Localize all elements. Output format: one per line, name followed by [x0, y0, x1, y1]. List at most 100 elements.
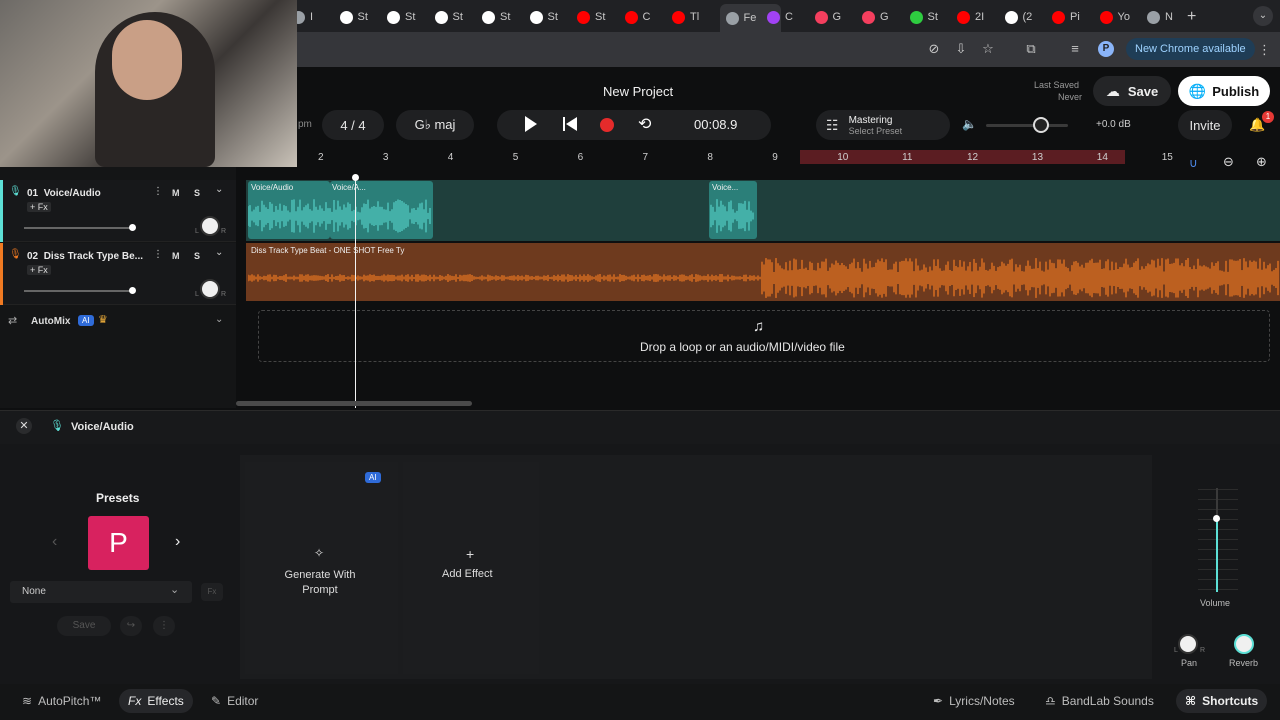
zoom-out-icon[interactable]: ⊖ — [1223, 154, 1234, 170]
track-header[interactable]: 🎙 02 Diss Track Type Be... ⋮ M S ⌄ + Fx … — [0, 243, 236, 305]
publish-button[interactable]: 🌐 Publish — [1178, 76, 1270, 106]
browser-tab[interactable]: St — [387, 6, 415, 28]
rewind-icon[interactable] — [563, 117, 577, 131]
preset-save-button[interactable]: Save — [57, 616, 111, 636]
editor-tab[interactable]: ✎ Editor — [202, 689, 267, 713]
time-display: 00:08.9 — [694, 117, 738, 132]
close-icon[interactable]: ✕ — [16, 418, 32, 434]
reverb-knob[interactable] — [1234, 634, 1254, 654]
play-button[interactable] — [525, 116, 537, 132]
chevron-down-icon[interactable]: ⌄ — [215, 184, 223, 195]
track-volume-thumb[interactable] — [129, 224, 136, 231]
preset-prev-icon[interactable]: ‹ — [52, 533, 57, 551]
browser-tab[interactable]: 2I — [957, 6, 984, 28]
volume-fader-thumb[interactable] — [1213, 515, 1220, 522]
volume-icon[interactable]: 🔈 — [962, 117, 977, 131]
media-control-icon[interactable]: ≡ — [1066, 40, 1084, 58]
browser-tab[interactable]: C — [767, 6, 793, 28]
track-pan-knob[interactable] — [200, 216, 220, 236]
tab-search-button[interactable]: ⌄ — [1253, 6, 1273, 26]
track-pan-knob[interactable] — [200, 279, 220, 299]
fx-small-button[interactable]: Fx — [201, 583, 223, 601]
bandlab-sounds-button[interactable]: ♎ BandLab Sounds — [1036, 689, 1163, 713]
pan-knob[interactable] — [1178, 634, 1198, 654]
tab-label: St — [357, 11, 368, 23]
track-menu-icon[interactable]: ⋮ — [153, 249, 163, 260]
loop-icon[interactable]: ⟲ — [638, 114, 651, 134]
playhead[interactable] — [355, 176, 356, 408]
profile-avatar[interactable]: P — [1098, 41, 1114, 57]
track-header[interactable]: 🎙 01 Voice/Audio ⋮ M S ⌄ + Fx L R — [0, 180, 236, 242]
track-volume-slider[interactable] — [24, 290, 134, 292]
install-app-icon[interactable]: ⇩ — [952, 40, 970, 58]
autopitch-tab[interactable]: ≋ AutoPitch™ — [13, 689, 110, 713]
save-button[interactable]: ☁ Save — [1093, 76, 1171, 106]
browser-tab[interactable]: St — [339, 6, 368, 28]
chevron-down-icon[interactable]: ⌄ — [215, 247, 223, 258]
preset-next-icon[interactable]: › — [175, 533, 180, 551]
project-title[interactable]: New Project — [603, 84, 673, 99]
browser-tab[interactable]: St — [577, 6, 605, 28]
bookmark-star-icon[interactable]: ☆ — [979, 40, 997, 58]
mute-button[interactable]: M — [172, 251, 180, 261]
more-icon[interactable]: ⋮ — [153, 616, 175, 636]
track-name[interactable]: 01 Voice/Audio — [27, 188, 101, 199]
browser-tab[interactable]: N — [1147, 6, 1173, 28]
browser-tab[interactable]: St — [909, 6, 938, 28]
new-tab-button[interactable]: + — [1187, 8, 1196, 26]
preset-select[interactable]: None ⌄ — [10, 581, 192, 603]
invite-button[interactable]: Invite — [1178, 110, 1232, 140]
master-volume-track[interactable] — [986, 124, 1068, 127]
key-selector[interactable]: G♭ maj — [396, 110, 474, 140]
mastering-selector[interactable]: ☷ Mastering Select Preset — [816, 110, 950, 140]
plus-icon: + — [466, 546, 475, 562]
record-button[interactable] — [600, 118, 614, 132]
solo-button[interactable]: S — [194, 188, 200, 198]
chevron-down-icon: ⌄ — [170, 584, 180, 596]
tab-favicon-icon — [862, 10, 875, 24]
pan-r-label: R — [221, 228, 227, 235]
browser-tab[interactable]: St — [529, 6, 558, 28]
preset-tile[interactable]: P — [88, 516, 149, 570]
add-fx-button[interactable]: + Fx — [27, 265, 51, 275]
add-fx-button[interactable]: + Fx — [27, 202, 51, 212]
pan-label: Pan — [1181, 658, 1198, 668]
track-volume-slider[interactable] — [24, 227, 134, 229]
track-name[interactable]: 02 Diss Track Type Be... — [27, 251, 143, 262]
browser-tab[interactable]: St — [482, 6, 510, 28]
browser-tab[interactable]: Pi — [1052, 6, 1080, 28]
shortcuts-button[interactable]: ⌘ Shortcuts — [1176, 689, 1268, 713]
time-signature[interactable]: 4 / 4 — [322, 110, 384, 140]
browser-tab[interactable]: Yo — [1099, 6, 1130, 28]
browser-tab[interactable]: St — [434, 6, 463, 28]
chevron-down-icon[interactable]: ⌄ — [215, 314, 223, 325]
mute-button[interactable]: M — [172, 188, 180, 198]
tab-label: St — [547, 11, 558, 23]
browser-tab[interactable]: G — [814, 6, 841, 28]
extensions-icon[interactable]: ⧉ — [1022, 40, 1040, 58]
solo-button[interactable]: S — [194, 251, 200, 261]
more-menu-icon[interactable]: ⋮ — [1258, 42, 1271, 58]
reverb-label: Reverb — [1229, 658, 1259, 668]
effects-tab[interactable]: Fx Effects — [119, 689, 193, 713]
zoom-in-icon[interactable]: ⊕ — [1256, 154, 1267, 170]
tempo-suffix[interactable]: pm — [298, 119, 312, 130]
new-chrome-available-button[interactable]: New Chrome available — [1126, 38, 1255, 60]
eye-off-icon[interactable]: ⊘ — [925, 40, 943, 58]
track-menu-icon[interactable]: ⋮ — [153, 186, 163, 197]
track-volume-thumb[interactable] — [129, 287, 136, 294]
tab-label: N — [1165, 11, 1173, 23]
browser-tab[interactable]: Tl — [672, 6, 699, 28]
horizontal-scrollbar[interactable] — [236, 401, 472, 406]
magnet-snap-icon[interactable]: ∪ — [1189, 156, 1198, 170]
master-volume-thumb[interactable] — [1033, 117, 1049, 133]
browser-tab[interactable]: C — [624, 6, 650, 28]
loop-region[interactable] — [800, 150, 1125, 164]
browser-tab[interactable]: G — [862, 6, 889, 28]
browser-tab[interactable]: (2 — [1004, 6, 1032, 28]
lyrics-notes-button[interactable]: ✒ Lyrics/Notes — [924, 689, 1024, 713]
share-icon[interactable]: ↪ — [120, 616, 142, 636]
playhead-handle[interactable] — [352, 174, 359, 181]
automix-row[interactable]: ⇄ AutoMix AI ♛ ⌄ — [0, 309, 236, 335]
globe-icon: 🌐 — [1188, 82, 1207, 99]
